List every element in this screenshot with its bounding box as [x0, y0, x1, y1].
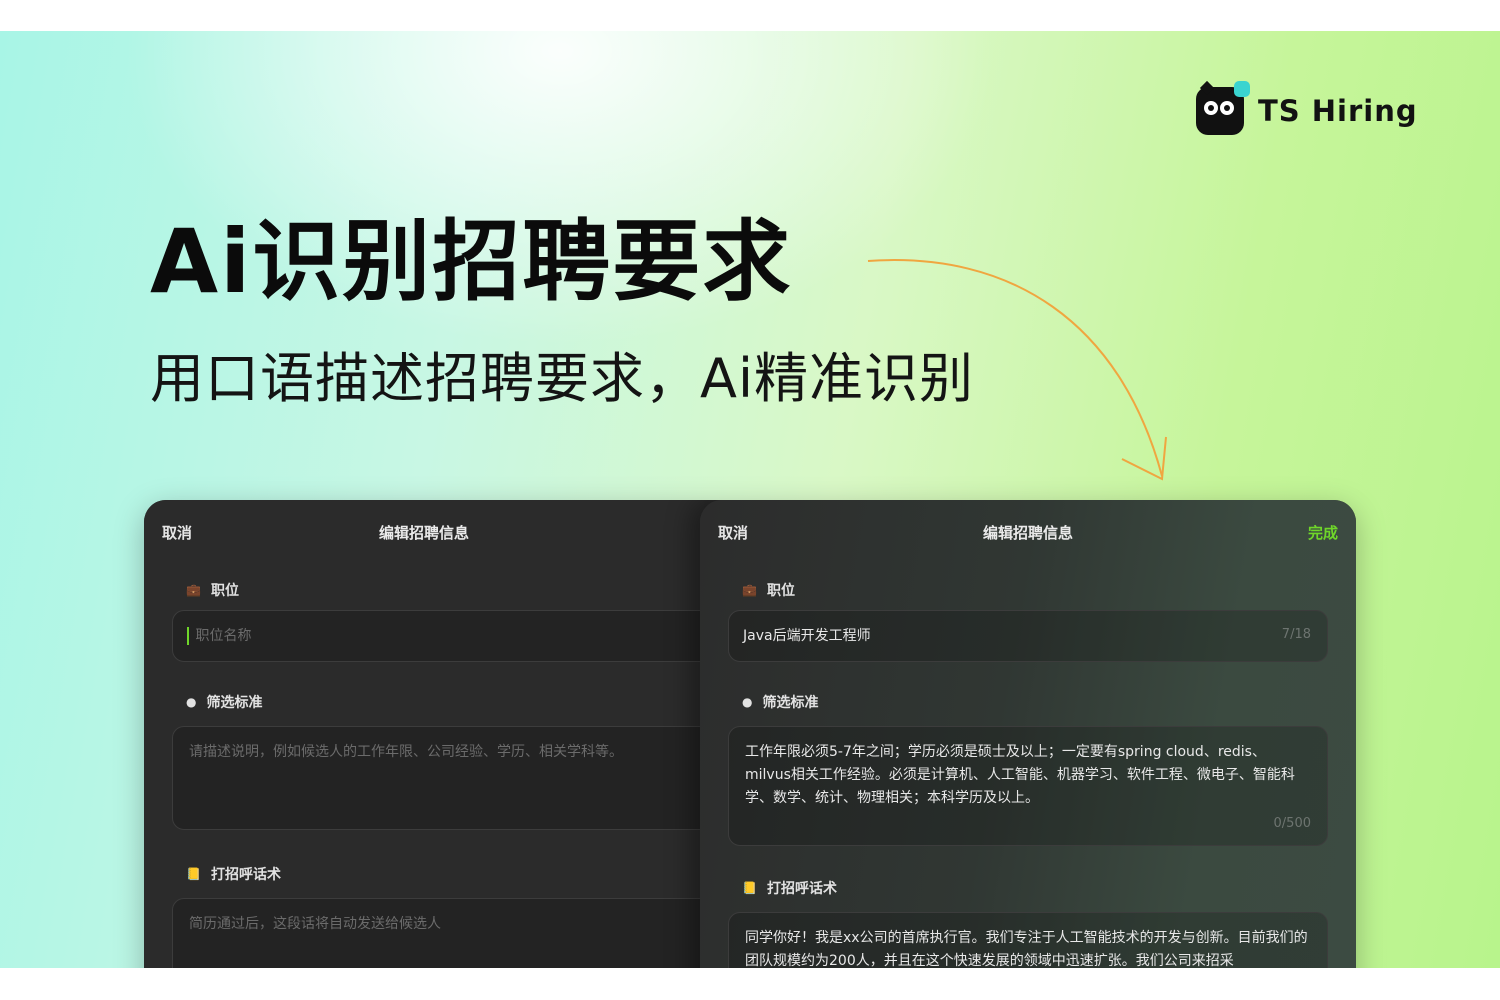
done-button[interactable]: 完成 — [1308, 522, 1338, 543]
page-title: 编辑招聘信息 — [982, 524, 1073, 542]
char-counter: 0/500 — [1273, 816, 1311, 831]
curved-arrow-icon — [867, 259, 1167, 481]
promo-banner: TS Hiring Ai识别招聘要求 用口语描述招聘要求，Ai精准识别 取消 编… — [0, 31, 1500, 968]
app-preview-card: 取消 编辑招聘信息 💼 职位 职位名称 ● 筛选标准 请描述说明，例如候选人的工… — [144, 500, 1356, 968]
hero-subline: 用口语描述招聘要求，Ai精准识别 — [150, 347, 974, 410]
greeting-label: 📒 打招呼话术 — [186, 867, 281, 883]
criteria-label: ● 筛选标准 — [742, 695, 819, 711]
top-bar: 取消 编辑招聘信息 完成 — [718, 522, 1338, 546]
position-input[interactable]: Java后端开发工程师 7/18 — [728, 610, 1328, 662]
position-input[interactable]: 职位名称 — [172, 610, 724, 662]
briefcase-icon: 💼 — [186, 583, 201, 597]
top-bar: 取消 编辑招聘信息 — [162, 522, 686, 546]
page-title: 编辑招聘信息 — [378, 524, 469, 542]
criteria-textarea[interactable]: 请描述说明，例如候选人的工作年限、公司经验、学历、相关学科等。 — [172, 726, 724, 830]
dot-icon: ● — [186, 695, 197, 709]
briefcase-icon: 💼 — [742, 583, 757, 597]
dot-icon: ● — [742, 695, 753, 709]
brand-name: TS Hiring — [1258, 94, 1418, 128]
note-icon: 📒 — [186, 867, 201, 881]
empty-form-pane: 取消 编辑招聘信息 💼 职位 职位名称 ● 筛选标准 请描述说明，例如候选人的工… — [144, 500, 724, 968]
position-label: 💼 职位 — [186, 583, 239, 599]
char-counter: 7/18 — [1281, 627, 1311, 642]
hero-headline: Ai识别招聘要求 — [150, 210, 793, 313]
owl-mascot-icon — [1196, 80, 1250, 135]
position-label: 💼 职位 — [742, 583, 795, 599]
brand-logo[interactable]: TS Hiring — [1196, 80, 1418, 135]
criteria-label: ● 筛选标准 — [186, 695, 263, 711]
text-cursor — [187, 627, 189, 645]
greeting-textarea[interactable]: 简历通过后，这段话将自动发送给候选人 — [172, 898, 724, 968]
greeting-textarea[interactable]: 同学你好！我是xx公司的首席执行官。我们专注于人工智能技术的开发与创新。目前我们… — [728, 912, 1328, 968]
criteria-textarea[interactable]: 工作年限必须5-7年之间；学历必须是硕士及以上；一定要有spring cloud… — [728, 726, 1328, 846]
filled-form-pane: 取消 编辑招聘信息 完成 💼 职位 Java后端开发工程师 7/18 ● 筛选标… — [700, 500, 1356, 968]
greeting-label: 📒 打招呼话术 — [742, 881, 837, 897]
note-icon: 📒 — [742, 881, 757, 895]
